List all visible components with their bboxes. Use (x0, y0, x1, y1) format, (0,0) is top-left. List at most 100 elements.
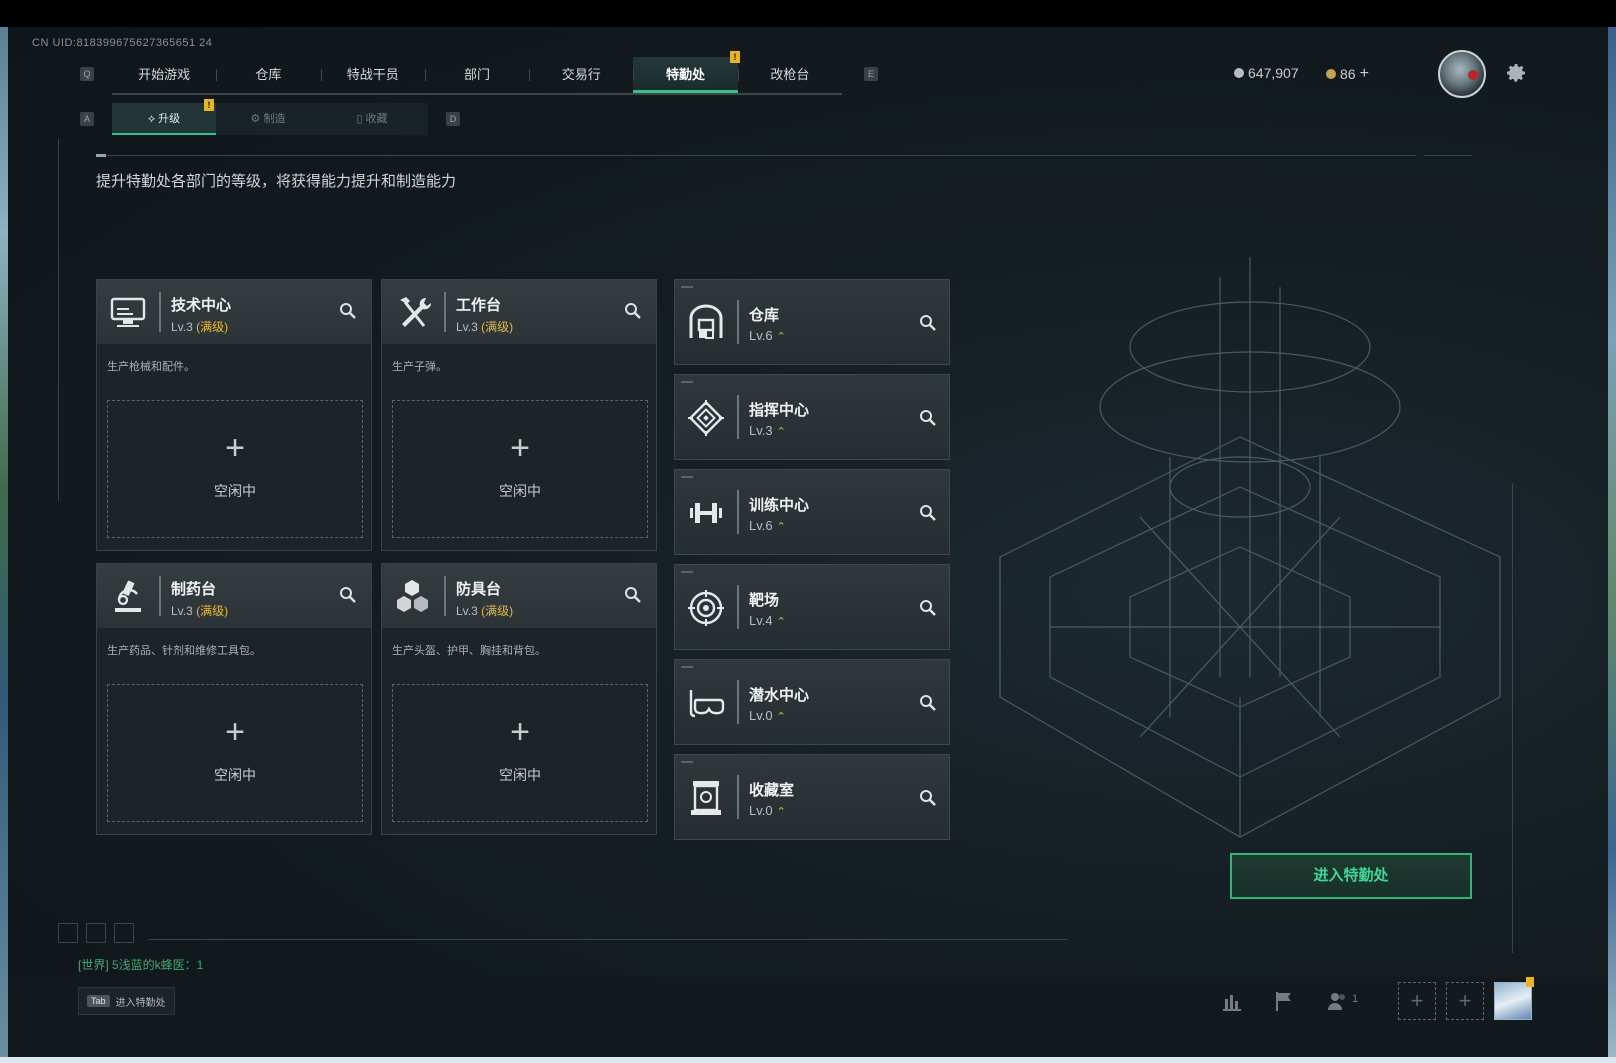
diving-mask-icon (689, 690, 725, 718)
search-icon[interactable] (919, 314, 937, 332)
room-level: Lv.6 ⌃ (749, 328, 786, 343)
maxed-label: (满级) (481, 320, 514, 334)
header-separator (444, 576, 446, 616)
coin-balance[interactable]: 647,907 (1234, 65, 1299, 81)
game-window: CN UID:818399675627365651 24 Q 开始游戏 仓库 特… (8, 27, 1608, 1057)
tab-warehouse[interactable]: 仓库 (216, 57, 320, 93)
production-slot[interactable]: + 空闲中 (107, 684, 363, 822)
workshop-card-tech-center[interactable]: 技术中心 Lv.3 (满级) 生产枪械和配件。 + 空闲中 (96, 279, 372, 551)
room-command-center[interactable]: 指挥中心 Lv.3 ⌃ (674, 374, 950, 460)
workshop-description: 生产头盔、护甲、胸挂和背包。 (392, 645, 546, 657)
room-warehouse[interactable]: 仓库 Lv.6 ⌃ (674, 279, 950, 365)
subtab-collection[interactable]: ▯ 收藏 (320, 103, 424, 135)
upgrade-arrow-icon: ⌃ (776, 616, 786, 628)
target-icon (688, 590, 724, 626)
tab-department[interactable]: 部门 (424, 57, 529, 93)
workshop-level: Lv.3 (满级) (456, 320, 514, 334)
subtab-upgrade[interactable]: ⟡ 升级 (112, 103, 216, 135)
card-header: 技术中心 Lv.3 (满级) (97, 280, 371, 344)
dumbbell-icon (690, 503, 722, 523)
player-portrait[interactable] (1494, 982, 1532, 1020)
tab-key-label: 进入特勤处 (115, 997, 166, 1009)
header-separator (737, 395, 739, 439)
workshop-card-armor[interactable]: 防具台 Lv.3 (满级) 生产头盔、护甲、胸挂和背包。 + 空闲中 (381, 563, 657, 835)
room-training-center[interactable]: 训练中心 Lv.6 ⌃ (674, 469, 950, 555)
search-icon[interactable] (624, 302, 642, 320)
subtab-craft[interactable]: ⚙ 制造 (216, 103, 320, 135)
header-separator (159, 292, 161, 332)
avatar[interactable] (1438, 50, 1486, 98)
search-icon[interactable] (919, 599, 937, 617)
divider-marker (96, 154, 106, 157)
tab-trade[interactable]: 交易行 (529, 57, 633, 93)
workshop-level: Lv.3 (满级) (456, 604, 514, 618)
mini-square (86, 923, 106, 943)
frame-line-left (58, 139, 59, 501)
tab-operators[interactable]: 特战干员 (320, 57, 425, 93)
header-separator (737, 585, 739, 629)
search-icon[interactable] (919, 694, 937, 712)
search-icon[interactable] (919, 789, 937, 807)
desktop-edge-bottom (0, 1057, 1616, 1063)
tools-icon (400, 297, 432, 327)
tab-start-game[interactable]: 开始游戏 (112, 57, 216, 93)
workshop-description: 生产枪械和配件。 (107, 361, 195, 373)
workshop-description: 生产药品、针剂和维修工具包。 (107, 645, 261, 657)
search-icon[interactable] (624, 586, 642, 604)
tab-gunsmith[interactable]: 改枪台 (737, 57, 842, 93)
ticket-balance[interactable]: 86 + (1326, 65, 1369, 83)
portrait-badge (1526, 977, 1534, 987)
corner-tick (681, 666, 693, 668)
team-slot[interactable]: + (1398, 982, 1436, 1020)
card-header: 制药台 Lv.3 (满级) (97, 564, 371, 628)
craft-icon: ⚙ (250, 113, 264, 125)
slot-status: 空闲中 (214, 483, 256, 499)
gear-icon[interactable] (1504, 61, 1528, 85)
divider-end (1424, 155, 1472, 156)
room-diving-center[interactable]: 潜水中心 Lv.0 ⌃ (674, 659, 950, 745)
workshop-card-pharmacy[interactable]: 制药台 Lv.3 (满级) 生产药品、针剂和维修工具包。 + 空闲中 (96, 563, 372, 835)
room-collection[interactable]: 收藏室 Lv.0 ⌃ (674, 754, 950, 840)
add-icon: + (510, 713, 530, 751)
room-level: Lv.6 ⌃ (749, 518, 786, 533)
desktop-edge-left (0, 27, 8, 1057)
room-level: Lv.3 ⌃ (749, 423, 786, 438)
maxed-label: (满级) (196, 604, 229, 618)
key-hint-a: A (80, 112, 94, 126)
enter-special-ops-button[interactable]: 进入特勤处 (1230, 853, 1472, 899)
search-icon[interactable] (919, 409, 937, 427)
production-slot[interactable]: + 空闲中 (392, 400, 648, 538)
world-chat-message[interactable]: [世界] 5浅蓝的k蜂医：1 (78, 956, 203, 973)
workshop-card-workbench[interactable]: 工作台 Lv.3 (满级) 生产子弹。 + 空闲中 (381, 279, 657, 551)
upgrade-icon: ⟡ (147, 113, 159, 125)
tab-special-ops[interactable]: 特勤处 (633, 57, 738, 93)
tab-key-hint[interactable]: Tab 进入特勤处 (78, 987, 175, 1015)
workshop-name: 工作台 (456, 297, 502, 314)
slot-status: 空闲中 (499, 767, 541, 783)
production-slot[interactable]: + 空闲中 (107, 400, 363, 538)
ticket-icon (1326, 69, 1336, 79)
friends-icon[interactable] (1326, 989, 1350, 1013)
room-name: 潜水中心 (749, 687, 810, 704)
room-level: Lv.0 ⌃ (749, 708, 786, 723)
upgrade-arrow-icon: ⌃ (776, 426, 786, 438)
search-icon[interactable] (919, 504, 937, 522)
add-icon: + (225, 713, 245, 751)
team-slot[interactable]: + (1446, 982, 1484, 1020)
room-shooting-range[interactable]: 靶场 Lv.4 ⌃ (674, 564, 950, 650)
flag-icon[interactable] (1272, 989, 1296, 1013)
coin-icon (1234, 68, 1244, 78)
slot-status: 空闲中 (214, 767, 256, 783)
desktop-edge-right (1608, 27, 1616, 1057)
add-ticket-button[interactable]: + (1360, 65, 1369, 83)
upgrade-arrow-icon: ⌃ (776, 806, 786, 818)
search-icon[interactable] (339, 302, 357, 320)
friends-count: 1 (1352, 993, 1359, 1005)
key-hint-d: D (446, 112, 460, 126)
stats-icon[interactable] (1220, 989, 1244, 1013)
search-icon[interactable] (339, 586, 357, 604)
production-slot[interactable]: + 空闲中 (392, 684, 648, 822)
mini-square (114, 923, 134, 943)
corner-tick (681, 381, 693, 383)
room-name: 仓库 (749, 307, 780, 324)
